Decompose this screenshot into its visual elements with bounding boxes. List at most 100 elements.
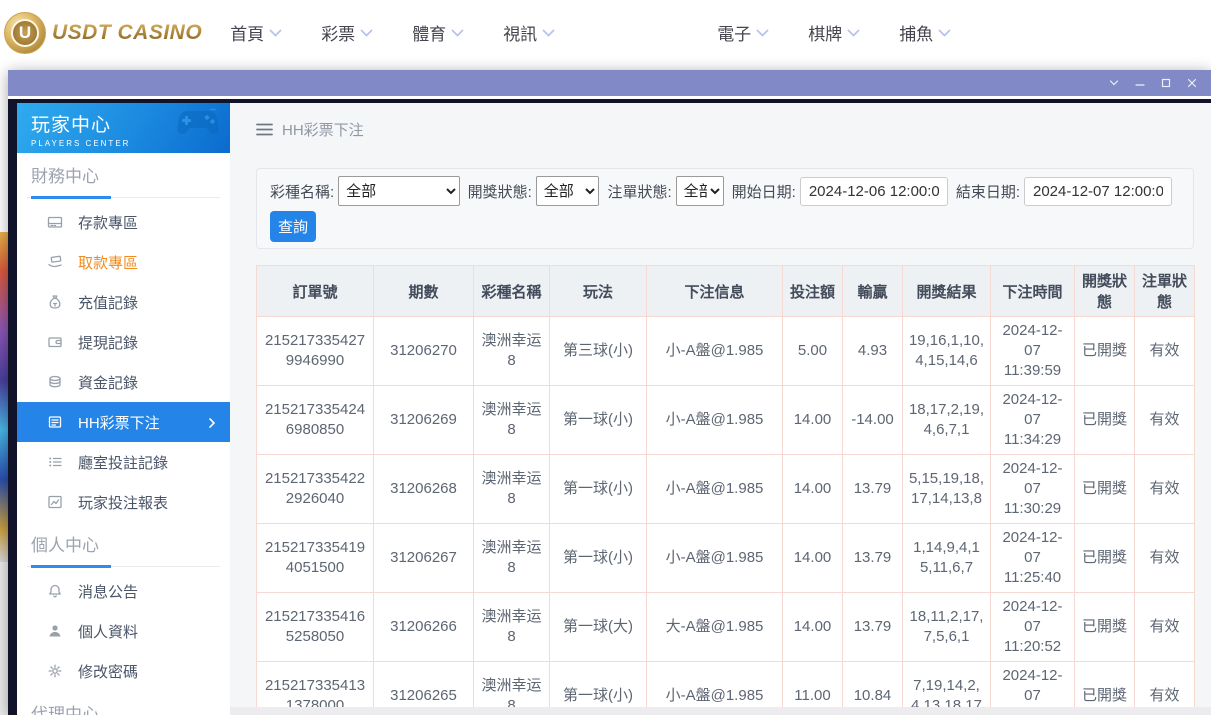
- table-cell: 2024-12-07 11:20:52: [991, 593, 1075, 662]
- sidebar-item-funds-record[interactable]: 資金記錄: [17, 362, 230, 402]
- draw-status-select[interactable]: 全部: [536, 176, 600, 206]
- sidebar-item-recharge-record[interactable]: 充值記錄: [17, 282, 230, 322]
- chevron-down-icon: [269, 29, 282, 38]
- order-status-label: 注單狀態:: [607, 181, 671, 202]
- window-close-button[interactable]: [1179, 73, 1205, 93]
- chevron-down-icon: [360, 29, 373, 38]
- nav-item[interactable]: 電子: [717, 20, 769, 45]
- sidebar-item-withdraw[interactable]: 取款專區: [17, 242, 230, 282]
- table-cell: 第三球(小): [550, 317, 647, 386]
- nav-item[interactable]: 棋牌: [808, 20, 860, 45]
- search-button[interactable]: 查詢: [270, 211, 316, 242]
- menu-icon[interactable]: [256, 123, 273, 136]
- sidebar-item-player-report[interactable]: 玩家投注報表: [17, 482, 230, 522]
- nav-item-label: 視訊: [503, 20, 537, 45]
- sidebar-item-password[interactable]: 修改密碼: [17, 651, 230, 691]
- table-header-row: 訂單號期數彩種名稱玩法下注信息投注額輸贏開獎結果下注時間開獎狀態注單狀態: [257, 266, 1195, 317]
- table-row: 215217335416525805031206266澳洲幸运8第一球(大)大-…: [257, 593, 1195, 662]
- sidebar: 玩家中心 PLAYERS CENTER 財務中心存款專區取款專區充值記錄提現記錄…: [17, 103, 230, 715]
- table-cell: 13.79: [843, 593, 903, 662]
- table-cell: 2152173354194051500: [257, 524, 374, 593]
- main-nav: 首頁 彩票 體育 視訊 電子 棋牌 捕魚: [230, 20, 990, 45]
- table-cell: 已開獎: [1075, 386, 1135, 455]
- table-cell: 有效: [1135, 455, 1195, 524]
- sidebar-item-lottery-bet[interactable]: HH彩票下注: [17, 402, 230, 442]
- sidebar-item-label: HH彩票下注: [78, 412, 160, 433]
- end-date-label: 結束日期:: [956, 181, 1020, 202]
- table-cell: 2152173354279946990: [257, 317, 374, 386]
- table-cell: 2024-12-07 11:30:29: [991, 455, 1075, 524]
- bets-table-wrap: 訂單號期數彩種名稱玩法下注信息投注額輸贏開獎結果下注時間開獎狀態注單狀態 215…: [256, 265, 1194, 715]
- table-cell: 有效: [1135, 317, 1195, 386]
- table-cell: 2024-12-07 11:25:40: [991, 524, 1075, 593]
- sidebar-section-title: 個人中心: [27, 530, 220, 567]
- sidebar-item-label: 廳室投註記錄: [78, 452, 168, 473]
- column-header: 投注額: [783, 266, 843, 317]
- sidebar-item-withdrawal-record[interactable]: 提現記錄: [17, 322, 230, 362]
- top-navbar: U USDT CASINO 首頁 彩票 體育 視訊 電子 棋牌: [0, 0, 1211, 65]
- sidebar-item-deposit[interactable]: 存款專區: [17, 202, 230, 242]
- logo[interactable]: U USDT CASINO: [4, 12, 202, 54]
- table-cell: 5,15,19,18,17,14,13,8: [903, 455, 991, 524]
- table-cell: 澳洲幸运8: [474, 524, 550, 593]
- lottery-select[interactable]: 全部: [338, 176, 459, 206]
- end-date-input[interactable]: [1024, 177, 1172, 206]
- nav-item[interactable]: 彩票: [321, 20, 373, 45]
- column-header: 開獎結果: [903, 266, 991, 317]
- sidebar-section-title: 代理中心: [27, 699, 220, 715]
- window-maximize-button[interactable]: [1153, 73, 1179, 93]
- column-header: 注單狀態: [1135, 266, 1195, 317]
- sidebar-item-label: 存款專區: [78, 212, 138, 233]
- table-cell: 第一球(小): [550, 524, 647, 593]
- table-cell: 第一球(小): [550, 455, 647, 524]
- sidebar-item-label: 消息公告: [78, 581, 138, 602]
- sidebar-item-profile[interactable]: 個人資料: [17, 611, 230, 651]
- nav-item[interactable]: 捕魚: [899, 20, 951, 45]
- nav-item[interactable]: 首頁: [230, 20, 282, 45]
- start-date-input[interactable]: [800, 177, 948, 206]
- table-row: 215217335422292604031206268澳洲幸运8第一球(小)小-…: [257, 455, 1195, 524]
- table-cell: 有效: [1135, 386, 1195, 455]
- deposit-icon: [46, 214, 63, 231]
- filter-row: 彩種名稱: 全部 開獎狀態: 全部 注單狀態: 全部 開始日期: 結束日期:: [270, 175, 1180, 207]
- table-cell: 小-A盤@1.985: [647, 455, 783, 524]
- page-header: HH彩票下注: [230, 103, 1211, 155]
- column-header: 下注時間: [991, 266, 1075, 317]
- gamepad-icon: [174, 107, 222, 146]
- sidebar-item-announcement[interactable]: 消息公告: [17, 571, 230, 611]
- chevron-down-icon: [847, 29, 860, 38]
- column-header: 玩法: [550, 266, 647, 317]
- nav-item[interactable]: 體育: [412, 20, 464, 45]
- nav-item[interactable]: 視訊: [503, 20, 555, 45]
- sidebar-sections: 財務中心存款專區取款專區充值記錄提現記錄資金記錄HH彩票下注廳室投註記錄玩家投注…: [17, 161, 230, 715]
- window-titlebar: [8, 70, 1211, 96]
- sidebar-item-label: 玩家投注報表: [78, 492, 168, 513]
- nav-item-label: 首頁: [230, 20, 264, 45]
- column-header: 下注信息: [647, 266, 783, 317]
- filter-panel: 彩種名稱: 全部 開獎狀態: 全部 注單狀態: 全部 開始日期: 結束日期: 查…: [256, 168, 1194, 249]
- window-collapse-button[interactable]: [1101, 73, 1127, 93]
- table-cell: 2024-12-07 11:34:29: [991, 386, 1075, 455]
- table-cell: 14.00: [783, 524, 843, 593]
- table-cell: 第一球(大): [550, 593, 647, 662]
- bets-table: 訂單號期數彩種名稱玩法下注信息投注額輸贏開獎結果下注時間開獎狀態注單狀態 215…: [256, 265, 1195, 715]
- table-cell: -14.00: [843, 386, 903, 455]
- page-title: HH彩票下注: [282, 119, 364, 140]
- table-cell: 18,11,2,17,7,5,6,1: [903, 593, 991, 662]
- table-cell: 有效: [1135, 593, 1195, 662]
- sidebar-section: 個人中心消息公告個人資料修改密碼: [17, 530, 230, 691]
- table-cell: 31206269: [374, 386, 474, 455]
- sidebar-item-hall-bet-record[interactable]: 廳室投註記錄: [17, 442, 230, 482]
- order-status-select[interactable]: 全部: [676, 176, 724, 206]
- password-icon: [46, 663, 63, 680]
- table-cell: 31206266: [374, 593, 474, 662]
- start-date-label: 開始日期:: [732, 181, 796, 202]
- table-cell: 4.93: [843, 317, 903, 386]
- nav-item-label: 電子: [717, 20, 751, 45]
- window-minimize-button[interactable]: [1127, 73, 1153, 93]
- table-cell: 1,14,9,4,15,11,6,7: [903, 524, 991, 593]
- table-cell: 2152173354165258050: [257, 593, 374, 662]
- logo-text: USDT CASINO: [52, 21, 202, 45]
- table-cell: 18,17,2,19,4,6,7,1: [903, 386, 991, 455]
- table-cell: 小-A盤@1.985: [647, 317, 783, 386]
